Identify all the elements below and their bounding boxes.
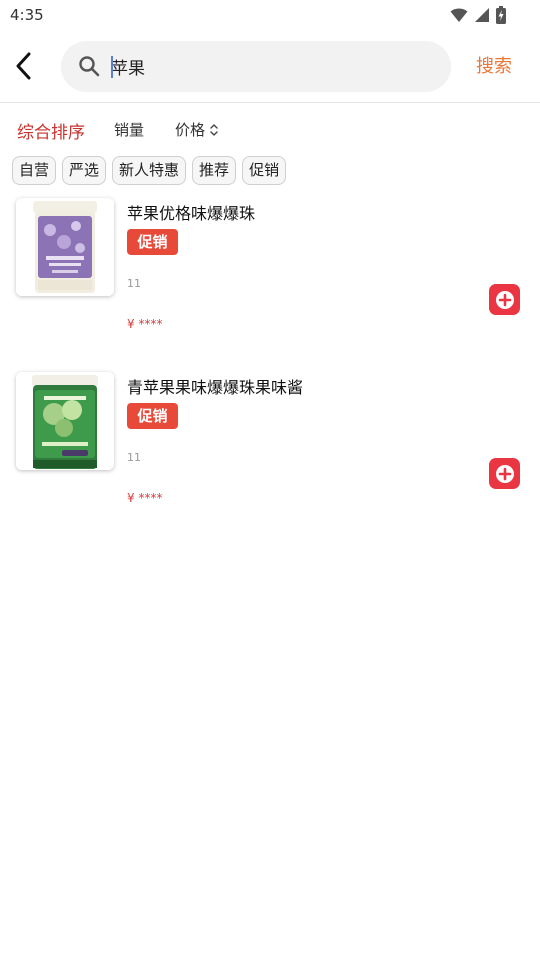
plus-icon: [495, 290, 514, 309]
sort-comprehensive-label: 综合排序: [17, 123, 85, 143]
back-arrow-icon: [16, 52, 31, 80]
sort-price[interactable]: 价格: [175, 119, 219, 140]
search-icon: [79, 56, 100, 77]
product-name[interactable]: 苹果优格味爆爆珠: [127, 200, 255, 224]
sort-sales[interactable]: 销量: [114, 119, 144, 140]
promo-badge: 促销: [127, 403, 178, 429]
tag-recommended[interactable]: 推荐: [192, 156, 237, 185]
wifi-icon: [450, 8, 468, 22]
sort-comprehensive[interactable]: 综合排序: [17, 118, 85, 143]
product-price: ¥ ****: [127, 491, 163, 505]
product-image[interactable]: [16, 372, 114, 470]
tag-promotion[interactable]: 促销: [242, 156, 287, 185]
tag-selected[interactable]: 严选: [62, 156, 107, 185]
sort-toggle-icon: [210, 123, 218, 136]
sort-price-label: 价格: [175, 121, 206, 139]
cell-signal-icon: [475, 8, 489, 22]
add-to-cart-button[interactable]: [489, 284, 520, 315]
search-box[interactable]: [61, 41, 451, 92]
product-count: 11: [127, 277, 141, 290]
jar-image-green: [16, 372, 114, 470]
add-to-cart-button[interactable]: [489, 458, 520, 489]
search-header: 搜索: [0, 32, 540, 102]
product-image[interactable]: [16, 198, 114, 296]
jar-image-purple: [16, 198, 114, 296]
back-button[interactable]: [8, 48, 40, 84]
status-icons: [450, 6, 506, 24]
product-card[interactable]: 苹果优格味爆爆珠 促销 11 ¥ ****: [0, 198, 540, 348]
tag-new-user-deal[interactable]: 新人特惠: [112, 156, 187, 185]
sort-bar: 综合排序 销量 价格: [0, 103, 540, 153]
product-price: ¥ ****: [127, 317, 163, 331]
product-count: 11: [127, 451, 141, 464]
sort-sales-label: 销量: [114, 121, 145, 139]
filter-tags: 自营 严选 新人特惠 推荐 促销: [12, 156, 287, 186]
search-button[interactable]: 搜索: [470, 52, 518, 82]
product-card[interactable]: 青苹果果味爆爆珠果味酱 促销 11 ¥ ****: [0, 372, 540, 522]
promo-badge: 促销: [127, 229, 178, 255]
battery-charging-icon: [496, 6, 506, 24]
product-name[interactable]: 青苹果果味爆爆珠果味酱: [127, 374, 303, 398]
status-bar: 4:35: [0, 0, 540, 32]
tag-self-operated[interactable]: 自营: [12, 156, 57, 185]
plus-icon: [495, 464, 514, 483]
text-cursor: [111, 56, 113, 78]
status-time: 4:35: [10, 6, 44, 24]
search-input[interactable]: [111, 51, 431, 81]
